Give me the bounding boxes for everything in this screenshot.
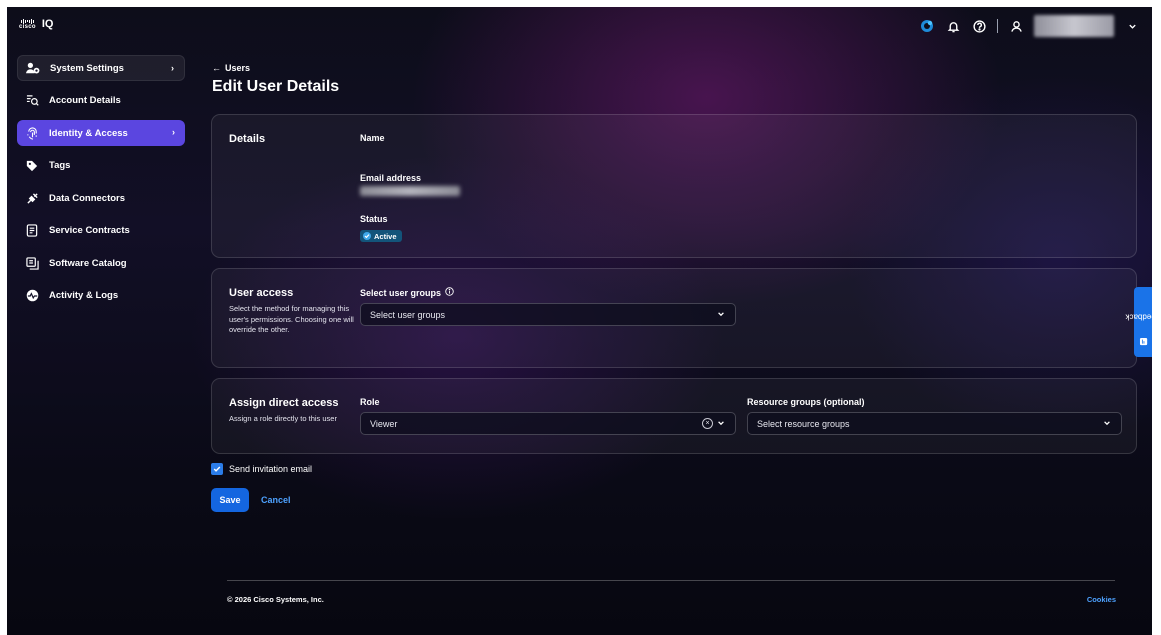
sidebar-item-identity-access[interactable]: Identity & Access › [17,120,185,146]
clear-icon[interactable]: × [702,418,713,429]
role-value: Viewer [370,418,398,429]
chevron-right-icon: › [172,127,175,137]
brand-logo[interactable]: cisco IQ [19,18,53,30]
footer-divider [227,580,1115,581]
check-circle-icon [363,232,371,240]
user-groups-select[interactable]: Select user groups [360,303,736,326]
top-bar: cisco IQ [7,7,1152,45]
sidebar-item-activity-logs[interactable]: Activity & Logs [17,283,185,309]
resource-groups-label: Resource groups (optional) [747,397,865,407]
webex-icon[interactable] [919,18,935,34]
back-arrow-icon: ← [212,63,221,73]
list-search-icon [25,94,39,108]
sidebar-item-label: Account Details [49,95,121,106]
user-groups-label: Select user groups [360,287,442,298]
catalog-icon [25,256,39,270]
sidebar-item-label: System Settings [50,62,124,74]
activity-icon [25,289,39,303]
user-access-title: User access [229,287,294,299]
user-access-description: Select the method for managing this user… [229,304,354,334]
bell-icon[interactable] [945,18,961,34]
feedback-tab[interactable]: Feedback [1125,287,1152,357]
breadcrumb-users-link[interactable]: Users [225,63,250,73]
direct-access-description: Assign a role directly to this user [229,414,337,423]
invitation-checkbox[interactable] [211,463,223,475]
sidebar-item-label: Tags [49,160,71,171]
save-button[interactable]: Save [211,488,249,512]
status-badge: Active [360,230,402,242]
sidebar-item-software-catalog[interactable]: Software Catalog [17,250,185,276]
contract-icon [25,224,39,238]
product-name: IQ [41,18,54,30]
chevron-down-icon [717,419,725,429]
chevron-right-icon: › [171,63,174,73]
cisco-wordmark: cisco [19,24,36,30]
sidebar-item-data-connectors[interactable]: Data Connectors [17,185,185,211]
status-label: Status [360,214,388,224]
resource-groups-placeholder: Select resource groups [757,418,850,429]
breadcrumb[interactable]: ← Users [212,63,250,73]
help-icon[interactable] [971,18,987,34]
details-title: Details [229,133,266,145]
page-title: Edit User Details [212,78,340,95]
fingerprint-icon [25,126,39,140]
status-value: Active [374,231,397,241]
cisco-logo-icon: cisco [19,18,36,30]
email-value-redacted [360,186,460,196]
name-label: Name [360,133,385,143]
invitation-label: Send invitation email [229,464,313,474]
feedback-label: Feedback [1125,312,1152,321]
user-groups-label-row: Select user groups [360,287,454,298]
users-gear-icon [26,61,40,75]
user-icon[interactable] [1008,18,1024,34]
sidebar-item-label: Service Contracts [49,225,130,236]
sidebar-item-account-details[interactable]: Account Details [17,88,185,114]
plug-icon [25,191,39,205]
cancel-button[interactable]: Cancel [261,488,291,512]
sidebar-nav: System Settings › Account Details Identi… [17,55,185,315]
chevron-down-icon[interactable] [1124,18,1140,34]
feedback-icon [1139,337,1147,345]
toolbar-divider [997,19,998,33]
sidebar-item-label: Data Connectors [49,192,126,204]
user-access-card: User access Select the method for managi… [211,268,1137,368]
details-card: Details Name Email address Status Active [211,114,1137,258]
email-label: Email address [360,173,422,183]
role-select[interactable]: Viewer × [360,412,736,435]
user-groups-placeholder: Select user groups [370,309,446,320]
sidebar-item-label: Software Catalog [49,257,127,269]
footer-copyright: © 2026 Cisco Systems, Inc. [227,595,324,604]
footer-cookies-link[interactable]: Cookies [1087,595,1116,604]
direct-access-card: Assign direct access Assign a role direc… [211,378,1137,454]
direct-access-title: Assign direct access [229,397,339,409]
role-label: Role [360,397,380,407]
app-window: cisco IQ System Settings › Account Detai… [7,7,1152,635]
user-name-redacted[interactable] [1034,15,1114,37]
info-icon[interactable] [445,287,454,298]
chevron-down-icon [717,310,725,320]
sidebar-item-service-contracts[interactable]: Service Contracts [17,218,185,244]
top-right-controls [919,15,1140,37]
chevron-down-icon [1103,419,1111,429]
sidebar-item-system-settings[interactable]: System Settings › [17,55,185,81]
sidebar-item-tags[interactable]: Tags [17,153,185,179]
resource-groups-select[interactable]: Select resource groups [747,412,1122,435]
sidebar-item-label: Activity & Logs [49,290,119,301]
tag-icon [25,159,39,173]
sidebar-item-label: Identity & Access [49,127,128,139]
invitation-checkbox-row[interactable]: Send invitation email [211,463,312,475]
